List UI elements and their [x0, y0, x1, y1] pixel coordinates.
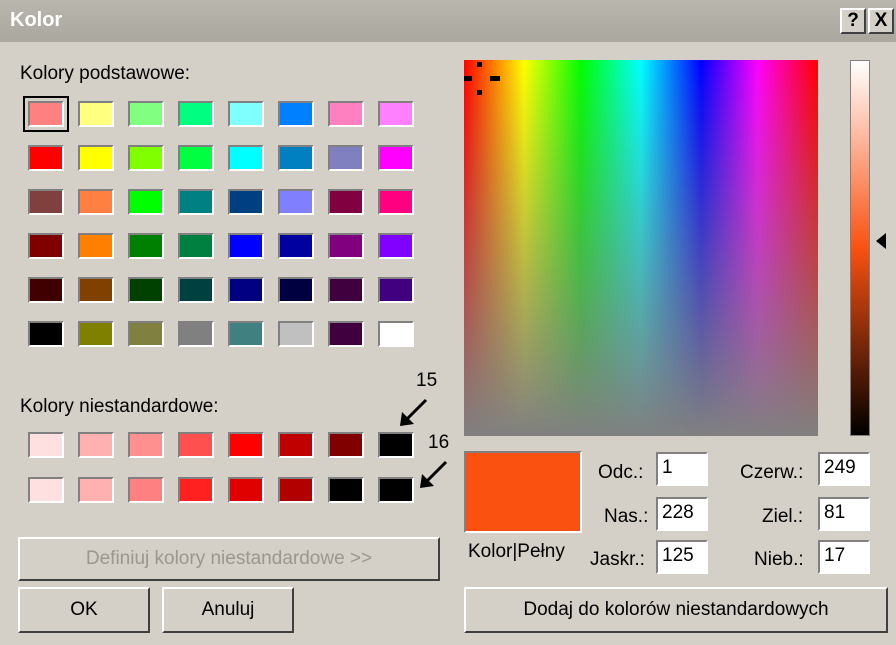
basic-color-swatch[interactable] [328, 101, 364, 127]
basic-color-swatch[interactable] [28, 189, 64, 215]
basic-color-swatch[interactable] [328, 145, 364, 171]
basic-color-swatch[interactable] [278, 189, 314, 215]
add-to-custom-colors-button[interactable]: Dodaj do kolorów niestandardowych [464, 587, 888, 633]
annotation-15: 15 [416, 370, 438, 391]
color-spectrum[interactable] [464, 60, 818, 436]
luminance-field[interactable]: 125 [656, 540, 708, 574]
basic-color-swatch[interactable] [178, 101, 214, 127]
basic-color-swatch[interactable] [278, 321, 314, 347]
green-label: Ziel.: [762, 506, 804, 527]
custom-color-swatch[interactable] [378, 477, 414, 503]
basic-color-swatch[interactable] [228, 321, 264, 347]
custom-color-swatch[interactable] [128, 477, 164, 503]
basic-color-swatch[interactable] [28, 145, 64, 171]
blue-field[interactable]: 17 [818, 540, 870, 574]
basic-color-swatch[interactable] [228, 101, 264, 127]
basic-color-swatch[interactable] [178, 189, 214, 215]
basic-color-swatch[interactable] [378, 189, 414, 215]
basic-color-swatch[interactable] [278, 145, 314, 171]
custom-color-swatch[interactable] [278, 477, 314, 503]
basic-color-swatch[interactable] [128, 101, 164, 127]
basic-color-swatch[interactable] [28, 277, 64, 303]
custom-color-swatch[interactable] [178, 432, 214, 458]
red-label: Czerw.: [740, 462, 804, 483]
basic-color-swatch[interactable] [378, 321, 414, 347]
basic-color-swatch[interactable] [228, 233, 264, 259]
basic-color-swatch[interactable] [328, 189, 364, 215]
basic-color-swatch[interactable] [178, 321, 214, 347]
title-bar: Kolor ? X [0, 0, 896, 42]
red-field[interactable]: 249 [818, 452, 870, 486]
basic-color-swatch[interactable] [378, 277, 414, 303]
arrow-15-icon [400, 398, 428, 426]
dialog-title: Kolor [10, 9, 63, 31]
green-field[interactable]: 81 [818, 497, 870, 531]
arrow-16-icon [420, 460, 448, 488]
basic-color-swatch[interactable] [178, 233, 214, 259]
custom-color-swatch[interactable] [128, 432, 164, 458]
custom-color-swatch[interactable] [378, 432, 414, 458]
basic-color-swatch[interactable] [178, 277, 214, 303]
cancel-button[interactable]: Anuluj [162, 587, 294, 633]
custom-color-swatch[interactable] [78, 432, 114, 458]
basic-color-swatch[interactable] [78, 233, 114, 259]
hue-label: Odc.: [598, 462, 644, 483]
blue-label: Nieb.: [754, 549, 804, 570]
basic-color-swatch[interactable] [228, 145, 264, 171]
basic-color-swatch[interactable] [128, 233, 164, 259]
basic-color-swatch[interactable] [78, 145, 114, 171]
basic-color-swatch[interactable] [278, 101, 314, 127]
basic-color-swatch[interactable] [128, 277, 164, 303]
basic-color-swatch[interactable] [378, 233, 414, 259]
color-dialog: Kolor ? X Kolory podstawowe: Kolory nies… [0, 0, 896, 645]
saturation-field[interactable]: 228 [656, 497, 708, 531]
basic-color-swatch[interactable] [278, 233, 314, 259]
custom-colors-label: Kolory niestandardowe: [20, 396, 219, 417]
hue-field[interactable]: 1 [656, 452, 708, 486]
basic-color-swatch[interactable] [78, 101, 114, 127]
basic-colors-label: Kolory podstawowe: [20, 63, 191, 84]
custom-color-swatch[interactable] [228, 477, 264, 503]
basic-color-swatch[interactable] [328, 321, 364, 347]
color-preview [464, 451, 582, 533]
saturation-label: Nas.: [604, 506, 649, 527]
luminance-pointer-icon[interactable] [874, 233, 888, 249]
custom-color-swatch[interactable] [178, 477, 214, 503]
basic-color-swatch[interactable] [128, 321, 164, 347]
help-button[interactable]: ? [840, 8, 866, 34]
basic-color-swatch[interactable] [128, 189, 164, 215]
ok-button[interactable]: OK [18, 587, 150, 633]
custom-color-swatch[interactable] [328, 432, 364, 458]
basic-color-swatch[interactable] [228, 189, 264, 215]
basic-color-swatch[interactable] [328, 233, 364, 259]
luminance-bar[interactable] [850, 60, 870, 436]
custom-color-swatch[interactable] [78, 477, 114, 503]
define-custom-colors-button[interactable]: Definiuj kolory niestandardowe >> [18, 537, 440, 581]
custom-color-swatch[interactable] [228, 432, 264, 458]
basic-color-swatch[interactable] [328, 277, 364, 303]
basic-color-swatch[interactable] [78, 189, 114, 215]
annotation-16: 16 [428, 432, 450, 453]
basic-color-swatch[interactable] [23, 96, 69, 132]
custom-color-swatch[interactable] [278, 432, 314, 458]
basic-color-swatch[interactable] [378, 101, 414, 127]
custom-color-swatch[interactable] [28, 477, 64, 503]
basic-color-swatch[interactable] [128, 145, 164, 171]
basic-color-swatch[interactable] [228, 277, 264, 303]
color-solid-label: Kolor|Pełny [468, 541, 565, 562]
basic-color-swatch[interactable] [78, 321, 114, 347]
basic-color-swatch[interactable] [28, 321, 64, 347]
close-button[interactable]: X [868, 8, 894, 34]
basic-color-swatch[interactable] [78, 277, 114, 303]
basic-color-swatch[interactable] [378, 145, 414, 171]
custom-color-swatch[interactable] [28, 432, 64, 458]
basic-color-swatch[interactable] [178, 145, 214, 171]
luminance-label: Jaskr.: [590, 549, 645, 570]
basic-color-swatch[interactable] [28, 233, 64, 259]
basic-color-swatch[interactable] [278, 277, 314, 303]
custom-color-swatch[interactable] [328, 477, 364, 503]
